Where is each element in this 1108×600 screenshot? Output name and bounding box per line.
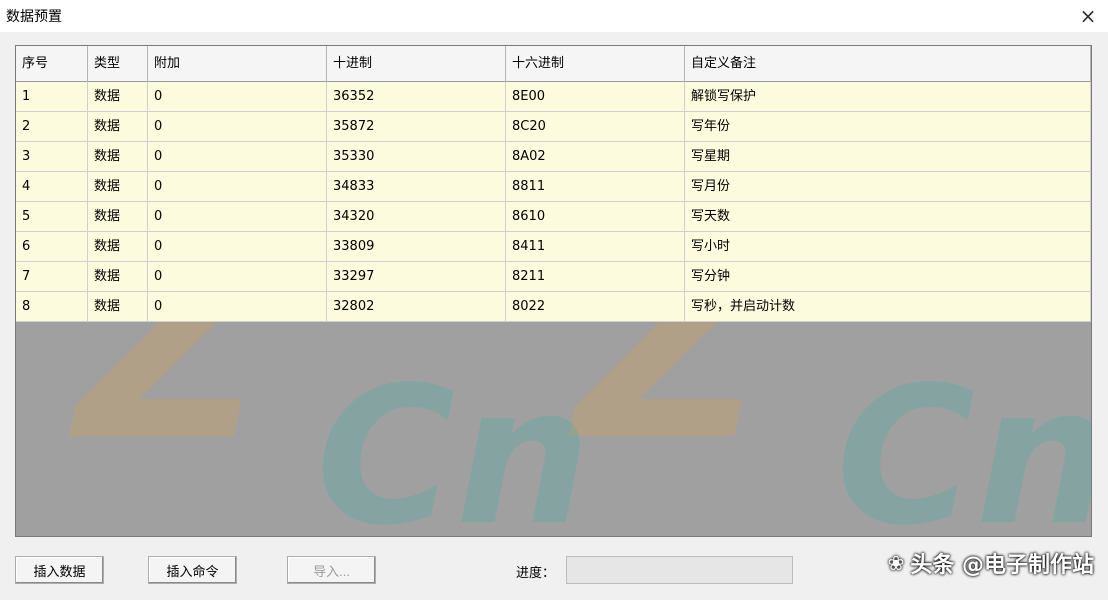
- cell-hex[interactable]: 8811: [506, 172, 685, 202]
- cell-index[interactable]: 3: [16, 142, 88, 172]
- cell-extra[interactable]: 0: [148, 202, 327, 232]
- brand-text: 头条 @电子制作站: [910, 553, 1094, 578]
- cell-extra[interactable]: 0: [148, 82, 327, 112]
- column-header-note[interactable]: 自定义备注: [685, 46, 1091, 82]
- column-header-index[interactable]: 序号: [16, 46, 88, 82]
- grid-header: 序号 类型 附加 十进制 十六进制 自定义备注: [16, 46, 1091, 82]
- cell-decimal[interactable]: 33809: [327, 232, 506, 262]
- grid-rows: 1 数据 0 36352 8E00 解锁写保护 2 数据 0 35872 8C2…: [16, 82, 1091, 322]
- cell-decimal[interactable]: 34833: [327, 172, 506, 202]
- cell-note[interactable]: 写分钟: [685, 262, 1091, 292]
- cell-index[interactable]: 2: [16, 112, 88, 142]
- cell-decimal[interactable]: 35330: [327, 142, 506, 172]
- table-row[interactable]: 1 数据 0 36352 8E00 解锁写保护: [16, 82, 1091, 112]
- cell-decimal[interactable]: 33297: [327, 262, 506, 292]
- cell-extra[interactable]: 0: [148, 112, 327, 142]
- cell-decimal[interactable]: 35872: [327, 112, 506, 142]
- cell-index[interactable]: 7: [16, 262, 88, 292]
- cell-note[interactable]: 写天数: [685, 202, 1091, 232]
- cell-hex[interactable]: 8E00: [506, 82, 685, 112]
- cell-type[interactable]: 数据: [88, 202, 148, 232]
- window-title: 数据预置: [6, 9, 62, 25]
- cell-type[interactable]: 数据: [88, 262, 148, 292]
- column-header-extra[interactable]: 附加: [148, 46, 327, 82]
- cell-extra[interactable]: 0: [148, 232, 327, 262]
- cell-hex[interactable]: 8022: [506, 292, 685, 322]
- cell-decimal[interactable]: 34320: [327, 202, 506, 232]
- cell-type[interactable]: 数据: [88, 82, 148, 112]
- table-row[interactable]: 7 数据 0 33297 8211 写分钟: [16, 262, 1091, 292]
- column-header-type[interactable]: 类型: [88, 46, 148, 82]
- cell-note[interactable]: 写秒，并启动计数: [685, 292, 1091, 322]
- cell-type[interactable]: 数据: [88, 232, 148, 262]
- cell-note[interactable]: 写年份: [685, 112, 1091, 142]
- cell-note[interactable]: 写小时: [685, 232, 1091, 262]
- column-header-decimal[interactable]: 十进制: [327, 46, 506, 82]
- watermark-cn-left: Cn: [316, 346, 591, 537]
- insert-data-button[interactable]: 插入数据: [15, 556, 104, 584]
- cell-hex[interactable]: 8610: [506, 202, 685, 232]
- cell-decimal[interactable]: 36352: [327, 82, 506, 112]
- brand-watermark: ❀ 头条 @电子制作站: [888, 541, 1094, 585]
- cell-index[interactable]: 5: [16, 202, 88, 232]
- cell-hex[interactable]: 8411: [506, 232, 685, 262]
- column-header-hex[interactable]: 十六进制: [506, 46, 685, 82]
- cell-type[interactable]: 数据: [88, 172, 148, 202]
- progress-label: 进度：: [516, 566, 556, 581]
- table-row[interactable]: 2 数据 0 35872 8C20 写年份: [16, 112, 1091, 142]
- cell-extra[interactable]: 0: [148, 172, 327, 202]
- cell-type[interactable]: 数据: [88, 112, 148, 142]
- data-preset-dialog: 数据预置 × DZ DZ DZ Z Z Cn Cn 序号 类型 附加 十进制 十…: [0, 0, 1108, 600]
- insert-command-button[interactable]: 插入命令: [148, 556, 237, 584]
- watermark-cn-right: Cn: [836, 346, 1092, 537]
- cell-index[interactable]: 6: [16, 232, 88, 262]
- wechat-icon: ❀: [887, 551, 905, 575]
- cell-decimal[interactable]: 32802: [327, 292, 506, 322]
- cell-extra[interactable]: 0: [148, 262, 327, 292]
- table-row[interactable]: 3 数据 0 35330 8A02 写星期: [16, 142, 1091, 172]
- cell-note[interactable]: 写星期: [685, 142, 1091, 172]
- progress-bar: [566, 556, 793, 584]
- cell-type[interactable]: 数据: [88, 142, 148, 172]
- cell-hex[interactable]: 8A02: [506, 142, 685, 172]
- import-button[interactable]: 导入...: [287, 556, 376, 584]
- cell-type[interactable]: 数据: [88, 292, 148, 322]
- data-grid[interactable]: DZ DZ DZ Z Z Cn Cn 序号 类型 附加 十进制 十六进制 自定义…: [15, 45, 1092, 537]
- table-row[interactable]: 6 数据 0 33809 8411 写小时: [16, 232, 1091, 262]
- cell-note[interactable]: 解锁写保护: [685, 82, 1091, 112]
- title-bar: 数据预置 ×: [0, 0, 1108, 32]
- table-row[interactable]: 5 数据 0 34320 8610 写天数: [16, 202, 1091, 232]
- table-row[interactable]: 8 数据 0 32802 8022 写秒，并启动计数: [16, 292, 1091, 322]
- cell-note[interactable]: 写月份: [685, 172, 1091, 202]
- close-icon[interactable]: ×: [1068, 0, 1108, 32]
- cell-extra[interactable]: 0: [148, 142, 327, 172]
- cell-hex[interactable]: 8211: [506, 262, 685, 292]
- cell-index[interactable]: 1: [16, 82, 88, 112]
- table-row[interactable]: 4 数据 0 34833 8811 写月份: [16, 172, 1091, 202]
- cell-index[interactable]: 4: [16, 172, 88, 202]
- cell-hex[interactable]: 8C20: [506, 112, 685, 142]
- cell-extra[interactable]: 0: [148, 292, 327, 322]
- cell-index[interactable]: 8: [16, 292, 88, 322]
